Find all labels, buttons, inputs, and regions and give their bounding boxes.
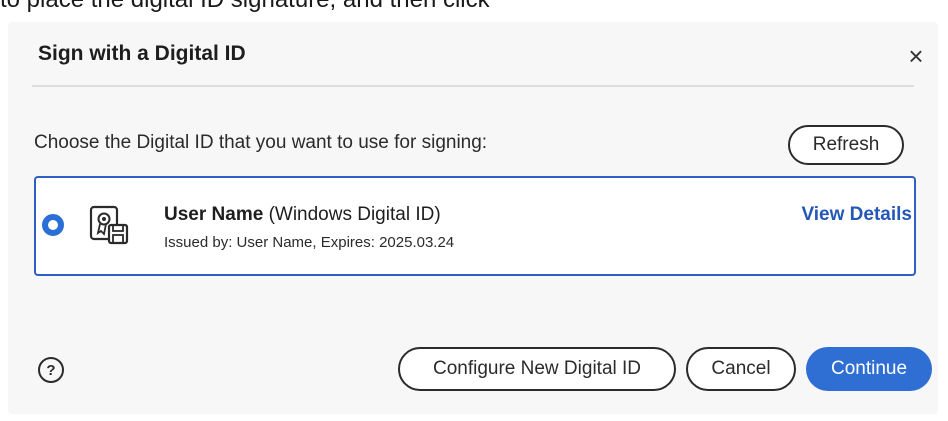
dialog-title: Sign with a Digital ID <box>38 42 246 65</box>
digital-id-option[interactable]: User Name (Windows Digital ID) Issued by… <box>34 176 916 276</box>
digital-id-radio[interactable] <box>42 214 64 236</box>
digital-id-issued-info: Issued by: User Name, Expires: 2025.03.2… <box>164 234 455 251</box>
certificate-icon <box>89 205 129 245</box>
configure-new-digital-id-button[interactable]: Configure New Digital ID <box>398 347 676 391</box>
sign-digital-id-dialog: Sign with a Digital ID × Choose the Digi… <box>8 22 938 414</box>
cancel-button[interactable]: Cancel <box>686 347 796 391</box>
digital-id-type: (Windows Digital ID) <box>268 204 441 225</box>
refresh-button[interactable]: Refresh <box>788 125 904 165</box>
help-icon[interactable]: ? <box>38 357 64 383</box>
digital-id-name: User Name (Windows Digital ID) <box>164 204 441 226</box>
close-icon[interactable]: × <box>902 41 930 71</box>
choose-id-prompt: Choose the Digital ID that you want to u… <box>34 132 488 153</box>
background-text-fragment: to place the digital ID signature, and t… <box>0 0 948 14</box>
screenshot-stage: to place the digital ID signature, and t… <box>0 0 948 421</box>
view-details-link[interactable]: View Details <box>801 204 912 226</box>
digital-id-user-name: User Name <box>164 204 264 225</box>
title-divider <box>32 85 914 87</box>
continue-button[interactable]: Continue <box>806 347 932 391</box>
